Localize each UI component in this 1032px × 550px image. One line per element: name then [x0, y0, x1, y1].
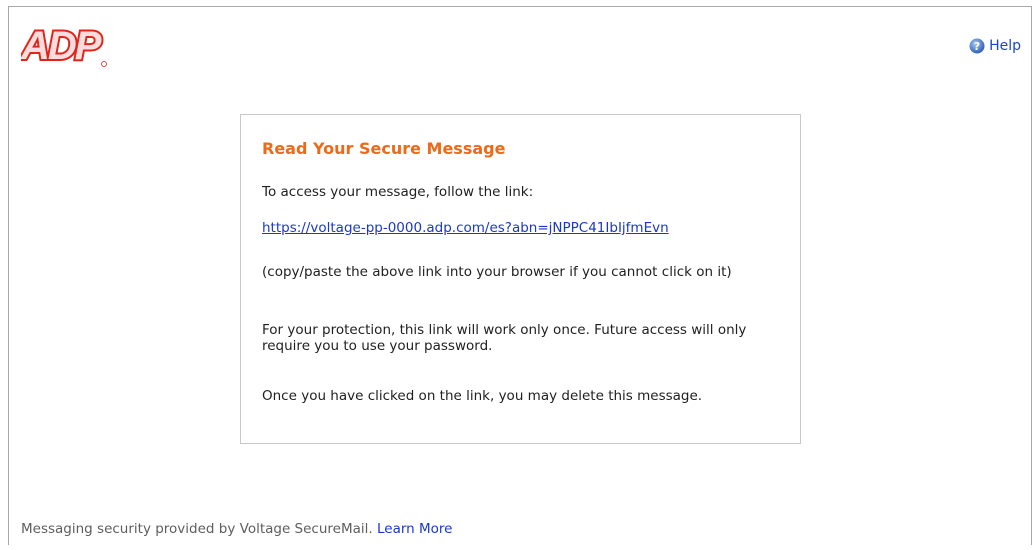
copy-paste-note: (copy/paste the above link into your bro…	[262, 264, 732, 280]
svg-text:?: ?	[974, 40, 980, 53]
adp-logo: ADP ADP	[18, 22, 121, 71]
help-icon: ?	[969, 38, 985, 54]
help-label[interactable]: Help	[989, 38, 1021, 54]
protection-note: For your protection, this link will work…	[262, 322, 747, 354]
secure-message-card: Read Your Secure Message To access your …	[240, 114, 801, 444]
secure-mail-frame: ADP ADP ? Help Read Your Secure Message …	[8, 6, 1032, 545]
footer-text: Messaging security provided by Voltage S…	[21, 521, 377, 537]
access-instructions: To access your message, follow the link:	[262, 184, 534, 200]
adp-logo-icon: ADP ADP	[18, 22, 107, 70]
learn-more-link[interactable]: Learn More	[377, 521, 453, 537]
message-title: Read Your Secure Message	[262, 139, 506, 158]
help-link[interactable]: ? Help	[969, 38, 1021, 54]
secure-message-link[interactable]: https://voltage-pp-0000.adp.com/es?abn=j…	[262, 220, 669, 236]
footer: Messaging security provided by Voltage S…	[21, 521, 452, 537]
delete-note: Once you have clicked on the link, you m…	[262, 388, 703, 404]
svg-text:ADP: ADP	[21, 24, 102, 68]
